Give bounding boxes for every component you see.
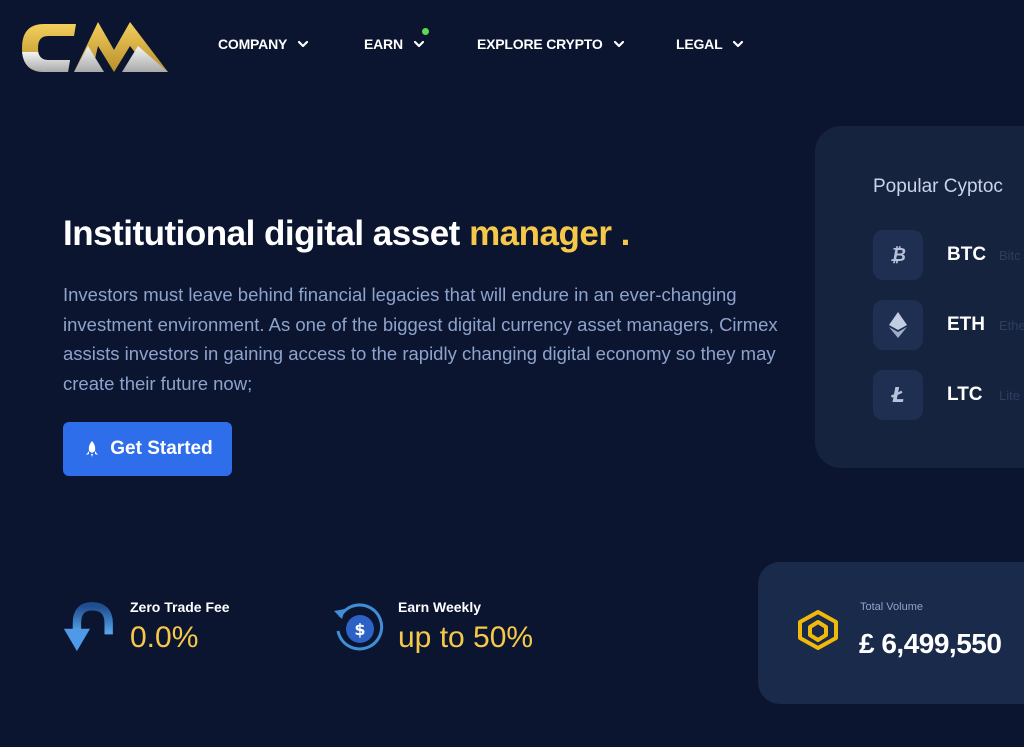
get-started-label: Get Started: [110, 438, 213, 459]
dollar-cycle-icon: $: [334, 603, 384, 651]
coin-name: Ethe: [999, 317, 1024, 333]
hero-title: Institutional digital asset manager .: [63, 214, 630, 254]
volume-value: £ 6,499,550: [859, 628, 1002, 659]
coin-symbol: BTC: [947, 244, 987, 265]
hero-title-accent: manager .: [469, 214, 630, 253]
ethereum-icon: [873, 300, 923, 350]
stat-earn-weekly: $ Earn Weekly up to 50%: [330, 597, 533, 655]
coin-row-eth[interactable]: ETH Ethe: [873, 300, 1024, 350]
coin-row-btc[interactable]: ₿ BTC Bitc: [873, 230, 1021, 280]
coin-symbol: LTC: [947, 384, 983, 405]
chevron-down-icon: [298, 40, 309, 48]
coin-name: Bitc: [999, 247, 1021, 263]
hero-title-main: Institutional digital asset: [63, 214, 470, 253]
volume-label: Total Volume: [860, 601, 923, 613]
svg-text:Ł: Ł: [890, 384, 904, 406]
chevron-down-icon: [733, 40, 744, 48]
hero-description: Investors must leave behind financial le…: [63, 284, 778, 394]
nav-item-label: EARN: [364, 36, 403, 52]
nav-item-legal[interactable]: LEGAL: [676, 36, 744, 52]
nav-item-label: COMPANY: [218, 36, 288, 52]
coin-symbol: ETH: [947, 314, 985, 335]
nav-item-earn[interactable]: EARN: [364, 36, 425, 52]
svg-text:₿: ₿: [890, 245, 906, 266]
nav-item-label: EXPLORE CRYPTO: [477, 36, 603, 52]
new-indicator-dot: [422, 28, 429, 35]
panel-title: Popular Cyptoc: [873, 176, 1003, 197]
down-arrow-icon: [63, 602, 113, 652]
rocket-icon: [86, 441, 99, 457]
logo[interactable]: [18, 16, 170, 76]
nav-item-company[interactable]: COMPANY: [218, 36, 309, 52]
svg-text:$: $: [354, 620, 365, 639]
nav-item-explore-crypto[interactable]: EXPLORE CRYPTO: [477, 36, 625, 52]
nav-item-label: LEGAL: [676, 36, 723, 52]
stat-value: up to 50%: [398, 621, 534, 654]
stat-label: Zero Trade Fee: [130, 599, 230, 615]
coin-name: Lite: [999, 387, 1020, 403]
stat-value: 0.0%: [130, 621, 199, 654]
popular-crypto-panel: Popular Cyptoc ₿ BTC Bitc ETH Ethe Ł LTC…: [815, 126, 1024, 468]
bnb-icon: [798, 610, 838, 650]
stat-zero-trade-fee: Zero Trade Fee 0.0%: [62, 597, 230, 655]
litecoin-icon: Ł: [873, 370, 923, 420]
chevron-down-icon: [613, 40, 624, 48]
get-started-button[interactable]: Get Started: [63, 422, 232, 476]
total-volume-card: Total Volume £ 6,499,550: [758, 562, 1024, 704]
chevron-down-icon: [413, 40, 424, 48]
bitcoin-icon: ₿: [873, 230, 923, 280]
logo-mark: [22, 22, 168, 72]
stat-label: Earn Weekly: [398, 599, 482, 615]
coin-row-ltc[interactable]: Ł LTC Lite: [873, 370, 1020, 420]
